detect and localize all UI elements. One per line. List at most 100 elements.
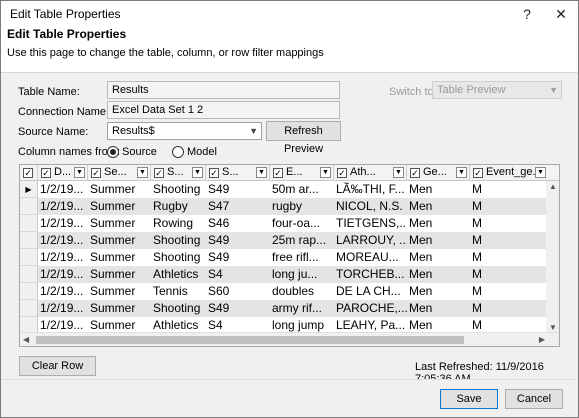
- table-cell: long ju...: [272, 267, 318, 281]
- column-header-label: S...: [222, 166, 239, 178]
- chevron-down-icon[interactable]: ▼: [320, 167, 331, 178]
- close-icon[interactable]: ✕: [550, 4, 572, 24]
- column-header[interactable]: ✓ D... ▼: [38, 165, 88, 181]
- table-cell: S49: [208, 301, 230, 315]
- table-cell: rugby: [272, 199, 303, 213]
- table-row[interactable]: 1/2/19... Summer Shooting S49 army rif... PAR…: [20, 300, 559, 317]
- chevron-down-icon[interactable]: ▼: [393, 167, 404, 178]
- chevron-down-icon[interactable]: ▼: [456, 167, 467, 178]
- preview-grid[interactable]: ✓ ✓ D... ▼ ✓ Se... ▼ ✓ S... ▼ ✓ S... ▼ ✓…: [19, 164, 560, 347]
- table-cell: free rifl...: [272, 250, 319, 264]
- connection-name-field[interactable]: Excel Data Set 1 2: [107, 101, 340, 119]
- table-cell: Men: [409, 199, 433, 213]
- table-cell: 1/2/19...: [40, 233, 84, 247]
- table-row[interactable]: 1/2/19... Summer Tennis S60 doubles DE LA CH.…: [20, 283, 559, 300]
- switch-to-dropdown[interactable]: Table Preview ▼: [432, 81, 562, 99]
- column-checkbox[interactable]: ✓: [154, 168, 164, 178]
- radio-model[interactable]: [172, 146, 184, 158]
- table-row[interactable]: ▶ 1/2/19... Summer Shooting S49 50m ar... LÃ‰T…: [20, 181, 559, 198]
- column-header-label: Event_ge...: [486, 166, 542, 178]
- row-header[interactable]: [20, 232, 38, 249]
- row-header[interactable]: [20, 266, 38, 283]
- column-header-label: Se...: [104, 166, 127, 178]
- table-row[interactable]: 1/2/19... Summer Rugby S47 rugby NICOL, N.S. M…: [20, 198, 559, 215]
- column-header[interactable]: ✓ Se... ▼: [88, 165, 151, 181]
- switch-to-value: Table Preview: [437, 84, 506, 96]
- table-cell: Men: [409, 301, 433, 315]
- column-header-label: Ge...: [423, 166, 447, 178]
- chevron-down-icon[interactable]: ▼: [192, 167, 203, 178]
- column-header[interactable]: ✓ Ath... ▼: [334, 165, 407, 181]
- table-row[interactable]: 1/2/19... Summer Rowing S46 four-oa... TIETGE…: [20, 215, 559, 232]
- scroll-left-icon[interactable]: ◀: [23, 335, 29, 344]
- cancel-button[interactable]: Cancel: [505, 389, 563, 409]
- chevron-down-icon[interactable]: ▼: [256, 167, 267, 178]
- row-header[interactable]: [20, 215, 38, 232]
- table-cell: Summer: [90, 267, 136, 281]
- column-checkbox[interactable]: ✓: [473, 168, 483, 178]
- table-cell: Summer: [90, 233, 136, 247]
- row-header[interactable]: [20, 198, 38, 215]
- table-row[interactable]: 1/2/19... Summer Shooting S49 25m rap... LARR…: [20, 232, 559, 249]
- column-checkbox[interactable]: ✓: [273, 168, 283, 178]
- table-cell: 1/2/19...: [40, 301, 84, 315]
- scroll-right-icon[interactable]: ▶: [539, 335, 545, 344]
- row-header[interactable]: [20, 283, 38, 300]
- column-checkbox[interactable]: ✓: [410, 168, 420, 178]
- column-names-from-label: Column names from:: [18, 146, 121, 158]
- column-header[interactable]: ✓ S... ▼: [151, 165, 206, 181]
- horizontal-scrollbar[interactable]: ◀ ▶: [20, 332, 559, 346]
- chevron-down-icon[interactable]: ▼: [74, 167, 85, 178]
- table-cell: S49: [208, 233, 230, 247]
- table-cell: 25m rap...: [272, 233, 327, 247]
- header-description: Use this page to change the table, colum…: [7, 47, 324, 59]
- scroll-down-icon[interactable]: ▼: [549, 323, 557, 332]
- column-checkbox[interactable]: ✓: [91, 168, 101, 178]
- footer-bar: Save Cancel: [1, 379, 578, 417]
- column-header[interactable]: ✓ Ge... ▼: [407, 165, 470, 181]
- chevron-down-icon[interactable]: ▼: [535, 167, 546, 178]
- table-cell: M: [472, 250, 482, 264]
- table-cell: 1/2/19...: [40, 199, 84, 213]
- table-row[interactable]: 1/2/19... Summer Athletics S4 long ju... TORC…: [20, 266, 559, 283]
- radio-source[interactable]: [107, 146, 119, 158]
- source-name-dropdown[interactable]: Results$ ▼: [107, 122, 262, 140]
- row-header[interactable]: ▶: [20, 181, 38, 198]
- source-name-value: Results$: [112, 125, 155, 137]
- refresh-preview-button[interactable]: Refresh Preview: [266, 121, 341, 155]
- table-row[interactable]: 1/2/19... Summer Shooting S49 free rifl... MO…: [20, 249, 559, 266]
- chevron-down-icon[interactable]: ▼: [137, 167, 148, 178]
- row-header[interactable]: [20, 300, 38, 317]
- column-header[interactable]: ✓ Event_ge... ▼: [470, 165, 559, 181]
- table-cell: Men: [409, 267, 433, 281]
- table-cell: Rugby: [153, 199, 188, 213]
- table-cell: S46: [208, 216, 230, 230]
- vertical-scrollbar[interactable]: ▲ ▼: [546, 181, 559, 333]
- table-cell: Shooting: [153, 233, 201, 247]
- column-checkbox[interactable]: ✓: [337, 168, 347, 178]
- table-cell: Shooting: [153, 182, 201, 196]
- window-title: Edit Table Properties: [10, 7, 121, 21]
- edit-table-properties-dialog: Edit Table Properties ? ✕ Edit Table Pro…: [0, 0, 579, 418]
- table-cell: Men: [409, 250, 433, 264]
- table-cell: M: [472, 199, 482, 213]
- save-button[interactable]: Save: [440, 389, 498, 409]
- table-name-label: Table Name:: [18, 86, 80, 98]
- connection-name-label: Connection Name:: [18, 106, 110, 118]
- table-name-field[interactable]: Results: [107, 81, 340, 99]
- table-cell: S49: [208, 182, 230, 196]
- column-header[interactable]: ✓ S... ▼: [206, 165, 270, 181]
- help-icon[interactable]: ?: [516, 4, 538, 24]
- table-cell: M: [472, 233, 482, 247]
- column-checkbox[interactable]: ✓: [209, 168, 219, 178]
- select-all-checkbox[interactable]: ✓: [23, 168, 33, 178]
- column-header[interactable]: ✓ E... ▼: [270, 165, 334, 181]
- table-cell: 1/2/19...: [40, 216, 84, 230]
- table-cell: Athletics: [153, 267, 199, 281]
- column-checkbox[interactable]: ✓: [41, 168, 51, 178]
- row-header[interactable]: [20, 249, 38, 266]
- scroll-up-icon[interactable]: ▲: [549, 182, 557, 191]
- column-header-label: D...: [54, 166, 72, 178]
- horizontal-scroll-thumb[interactable]: [36, 336, 464, 344]
- clear-row-filters-button[interactable]: Clear Row Filters: [19, 356, 96, 390]
